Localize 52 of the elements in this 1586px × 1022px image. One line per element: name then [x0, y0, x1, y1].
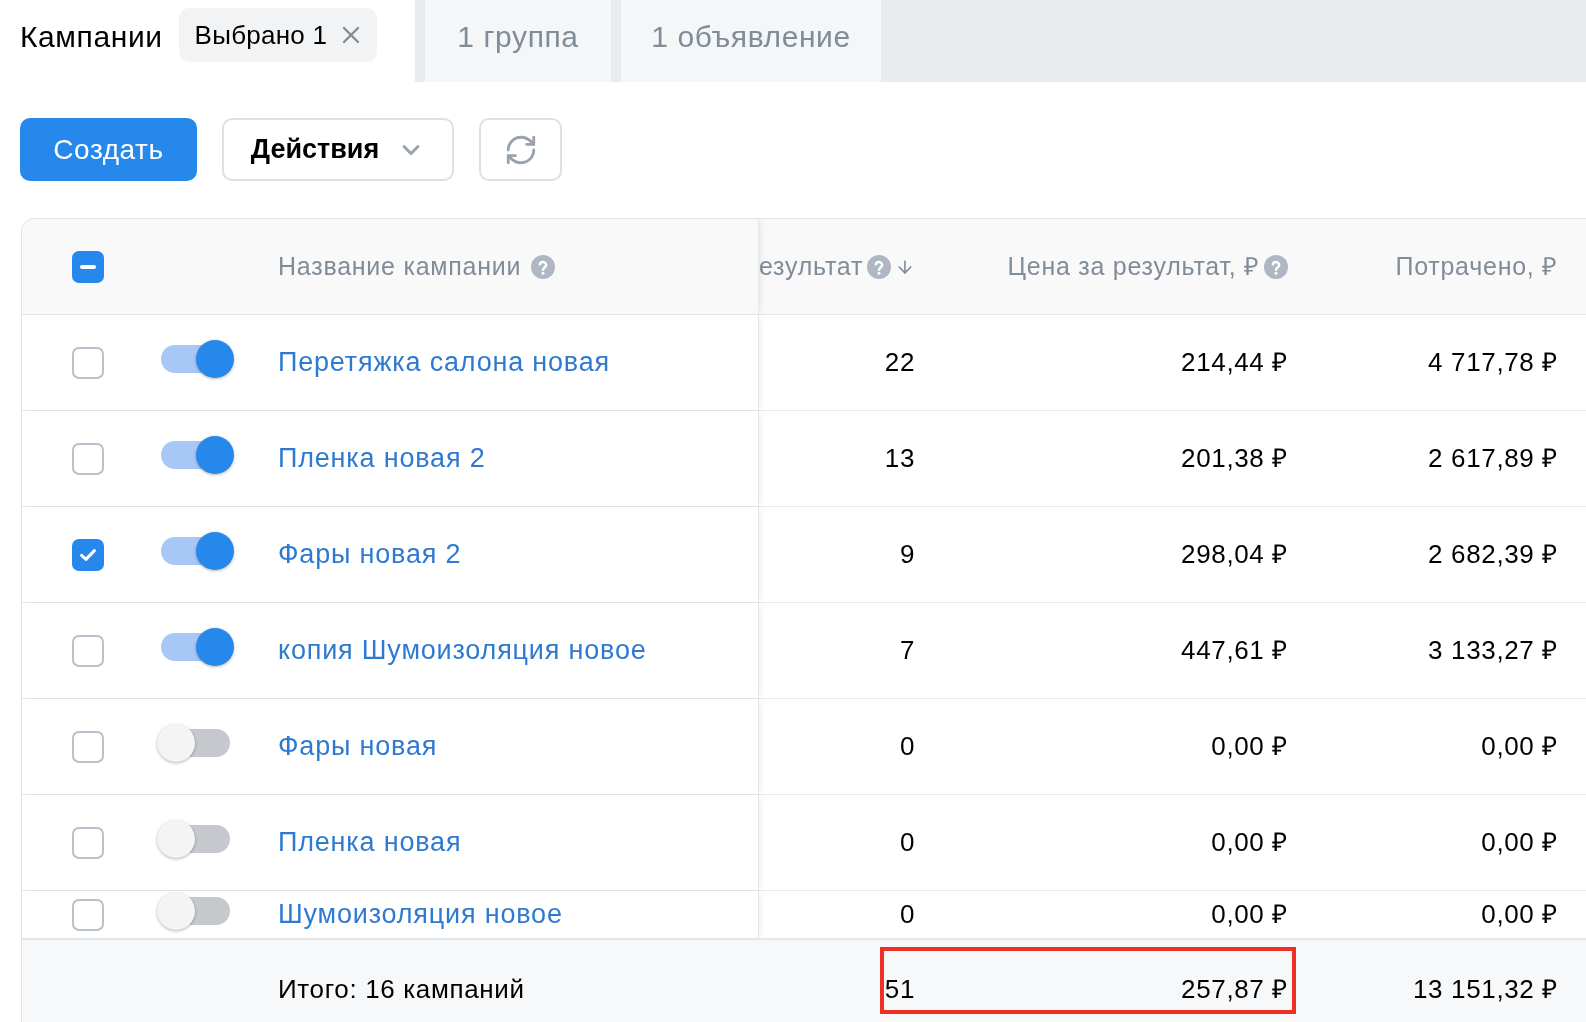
refresh-button[interactable]	[479, 118, 562, 181]
row-checkbox[interactable]	[72, 634, 104, 667]
campaign-link[interactable]: Пленка новая	[278, 822, 462, 863]
row-checkbox[interactable]	[72, 898, 104, 931]
row-checkbox[interactable]	[72, 538, 104, 571]
column-header: Потрачено, ₽	[1395, 250, 1558, 282]
tab[interactable]: 1 объявление	[621, 0, 881, 82]
selection-count: Выбрано 1	[194, 18, 328, 52]
table-cell-text: 0,00 ₽	[1211, 826, 1288, 859]
check-icon	[80, 548, 96, 561]
table-cell-text: 201,38 ₽	[1181, 442, 1288, 475]
campaign-link[interactable]: Фары новая 2	[278, 534, 462, 575]
column-header: Цена за результат, ₽	[1007, 250, 1260, 282]
table-cell-text: 447,61 ₽	[1181, 634, 1288, 667]
campaign-link[interactable]: Фары новая	[278, 726, 438, 767]
campaign-link[interactable]: Перетяжка салона новая	[278, 342, 610, 383]
table-cell-text: 9	[899, 538, 915, 571]
table-cell-text: 7	[899, 634, 915, 667]
select-all-checkbox[interactable]	[72, 250, 104, 283]
table-cell-text: 0,00 ₽	[1481, 898, 1558, 931]
row-checkbox[interactable]	[72, 826, 104, 859]
actions-button[interactable]: Действия	[222, 118, 454, 181]
minus-icon	[80, 264, 96, 269]
table-cell-text: 0,00 ₽	[1211, 730, 1288, 763]
row-checkbox[interactable]	[72, 442, 104, 475]
campaign-link[interactable]: Шумоизоляция новое	[278, 894, 563, 935]
table-cell-text: 3 133,27 ₽	[1428, 634, 1558, 667]
table-cell-text: 298,04 ₽	[1181, 538, 1288, 571]
total-cell-text: 257,87 ₽	[1181, 972, 1288, 1006]
table-cell-text: 0	[899, 826, 915, 859]
total-cell-text: 51	[884, 972, 915, 1006]
column-header: езультат	[759, 250, 864, 282]
table-cell-text: 214,44 ₽	[1181, 346, 1288, 379]
table-cell-text: 0	[899, 730, 915, 763]
campaign-link[interactable]: копия Шумоизоляция новое	[278, 630, 647, 671]
table-cell-text: 0,00 ₽	[1211, 898, 1288, 931]
total-label: Итого: 16 кампаний	[278, 972, 525, 1006]
table-cell-text: 4 717,78 ₽	[1428, 346, 1558, 379]
tab[interactable]: 1 группа	[425, 0, 611, 82]
table-cell-text: 22	[884, 346, 915, 379]
total-cell-text: 13 151,32 ₽	[1412, 972, 1558, 1006]
table-cell-text: 2 682,39 ₽	[1428, 538, 1558, 571]
table-cell-text: 0,00 ₽	[1481, 826, 1558, 859]
table-cell-text: 0	[899, 898, 915, 931]
row-checkbox[interactable]	[72, 730, 104, 763]
table-cell-text: 2 617,89 ₽	[1428, 442, 1558, 475]
row-checkbox[interactable]	[72, 346, 104, 379]
table-cell-text: 0,00 ₽	[1481, 730, 1558, 763]
campaign-link[interactable]: Пленка новая 2	[278, 438, 486, 479]
table-cell-text: 13	[884, 442, 915, 475]
create-button[interactable]: Создать	[20, 118, 197, 181]
column-header: Название кампании	[278, 250, 522, 282]
